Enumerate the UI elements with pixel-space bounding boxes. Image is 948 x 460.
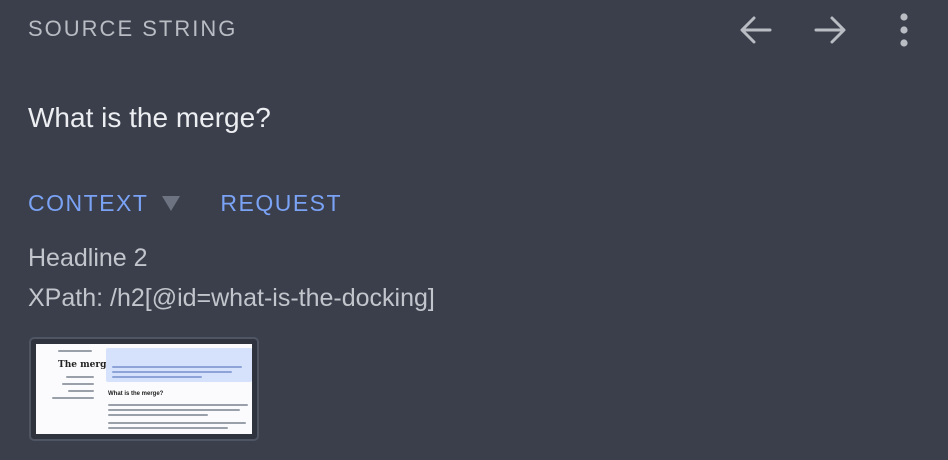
mini-nav-line bbox=[52, 397, 94, 399]
mini-body-line bbox=[108, 409, 240, 411]
arrow-right-icon bbox=[814, 16, 846, 44]
mini-hero-line bbox=[112, 376, 202, 378]
tab-context[interactable]: CONTEXT bbox=[28, 190, 148, 217]
mini-body-line bbox=[108, 414, 208, 416]
mini-hero-line bbox=[112, 371, 232, 373]
panel-title: SOURCE STRING bbox=[28, 16, 238, 41]
mini-nav-title: The merge bbox=[58, 360, 113, 370]
header-actions bbox=[736, 10, 924, 50]
source-string-text: What is the merge? bbox=[28, 102, 271, 133]
context-dropdown-icon[interactable] bbox=[162, 196, 181, 211]
context-xpath: XPath: /h2[@id=what-is-the-docking] bbox=[28, 284, 435, 312]
previous-button[interactable] bbox=[736, 10, 776, 50]
mini-nav-line bbox=[58, 350, 92, 352]
mini-heading: What is the merge? bbox=[108, 391, 164, 397]
mini-hero-line bbox=[112, 366, 242, 368]
next-button[interactable] bbox=[810, 10, 850, 50]
mini-nav-line bbox=[66, 376, 94, 378]
mini-body-line bbox=[108, 427, 228, 429]
context-element-type: Headline 2 bbox=[28, 244, 148, 272]
source-string-panel: SOURCE STRING What is the merge? CONTEXT… bbox=[0, 0, 948, 460]
mini-hero-banner bbox=[106, 348, 252, 382]
mini-nav-line bbox=[68, 390, 94, 392]
tab-request[interactable]: REQUEST bbox=[220, 190, 342, 217]
more-vertical-icon bbox=[900, 13, 908, 47]
arrow-left-icon bbox=[740, 16, 772, 44]
context-screenshot-thumbnail[interactable]: The merge What is the merge? bbox=[29, 337, 259, 441]
mini-nav-line bbox=[62, 383, 94, 385]
more-options-button[interactable] bbox=[884, 10, 924, 50]
mini-body-line bbox=[108, 404, 248, 406]
mini-body-line bbox=[108, 422, 246, 424]
context-tabs: CONTEXT REQUEST bbox=[28, 190, 342, 217]
screenshot-preview: The merge What is the merge? bbox=[36, 344, 252, 434]
